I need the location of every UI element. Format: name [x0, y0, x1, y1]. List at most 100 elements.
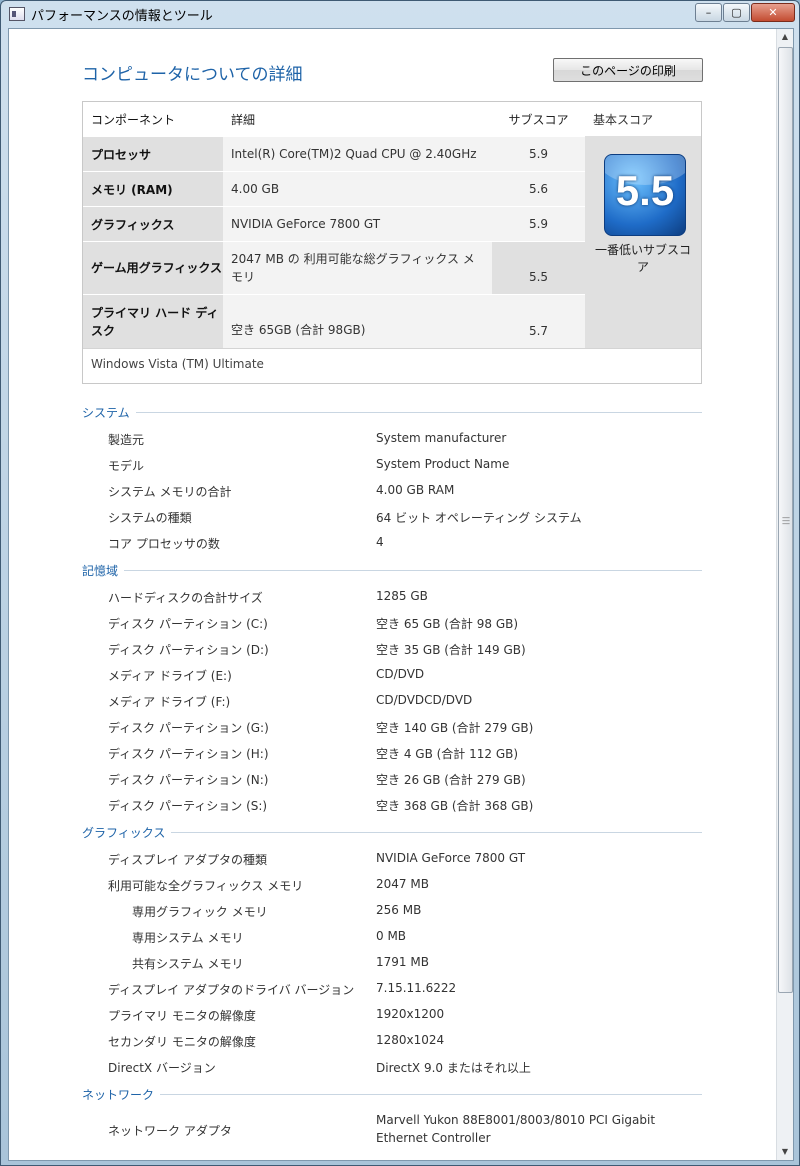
info-label: コア プロセッサの数	[108, 537, 220, 551]
info-row: ディスク パーティション (C:) 空き 65 GB (合計 98 GB)	[9, 615, 769, 635]
score-table: コンポーネント 詳細 サブスコア 基本スコア プロセッサ Intel(R) Co…	[82, 101, 702, 384]
app-icon	[9, 7, 25, 21]
info-row: 利用可能な全グラフィックス メモリ 2047 MB	[9, 877, 769, 897]
section-title: ネットワーク	[82, 1086, 161, 1103]
info-row: ハードディスクの合計サイズ 1285 GB	[9, 589, 769, 609]
header-detail: 詳細	[231, 112, 256, 127]
info-row: ディスク パーティション (G:) 空き 140 GB (合計 279 GB)	[9, 719, 769, 739]
info-value: 空き 26 GB (合計 279 GB)	[376, 773, 526, 787]
info-row: プライマリ モニタの解像度 1920x1200	[9, 1007, 769, 1027]
close-button[interactable]: ✕	[751, 3, 795, 22]
info-value: 空き 140 GB (合計 279 GB)	[376, 721, 534, 735]
info-value: 256 MB	[376, 903, 422, 917]
header-subscore: サブスコア	[508, 112, 569, 127]
info-label: ネットワーク アダプタ	[108, 1124, 232, 1138]
scroll-up-icon[interactable]: ▲	[777, 29, 793, 45]
component-name: メモリ (RAM)	[83, 172, 223, 206]
component-score: 5.7	[492, 295, 585, 348]
base-score-panel: 5.5 一番低いサブスコア	[585, 136, 701, 348]
info-value: 1920x1200	[376, 1007, 445, 1021]
section-title: システム	[82, 404, 136, 421]
component-detail: 空き 65GB (合計 98GB)	[223, 295, 492, 348]
info-row: システム メモリの合計 4.00 GB RAM	[9, 483, 769, 503]
info-label: メディア ドライブ (E:)	[108, 669, 232, 683]
score-row-primary-disk: プライマリ ハード ディスク 空き 65GB (合計 98GB) 5.7	[83, 294, 585, 348]
info-label: モデル	[108, 459, 145, 473]
info-row: ディスク パーティション (N:) 空き 26 GB (合計 279 GB)	[9, 771, 769, 791]
vertical-scrollbar[interactable]: ▲ — — — ▼	[776, 29, 793, 1160]
component-score: 5.9	[492, 137, 585, 171]
window-title: パフォーマンスの情報とツール	[31, 8, 213, 24]
divider	[83, 348, 701, 349]
info-label: 製造元	[108, 433, 145, 447]
info-row: 専用グラフィック メモリ 256 MB	[9, 903, 769, 923]
info-row: メディア ドライブ (F:) CD/DVDCD/DVD	[9, 693, 769, 713]
info-row: モデル System Product Name	[9, 457, 769, 477]
info-label: 共有システム メモリ	[132, 957, 244, 971]
info-value: NVIDIA GeForce 7800 GT	[376, 851, 526, 865]
os-edition: Windows Vista (TM) Ultimate	[91, 357, 264, 371]
print-page-button[interactable]: このページの印刷	[553, 58, 703, 82]
component-name: プロセッサ	[83, 137, 223, 171]
maximize-button[interactable]: ▢	[723, 3, 750, 22]
info-label: 利用可能な全グラフィックス メモリ	[108, 879, 304, 893]
score-table-header: コンポーネント 詳細 サブスコア	[83, 102, 585, 136]
component-name: プライマリ ハード ディスク	[83, 295, 223, 348]
info-row: メディア ドライブ (E:) CD/DVD	[9, 667, 769, 687]
info-label: システム メモリの合計	[108, 485, 232, 499]
score-row-memory: メモリ (RAM) 4.00 GB 5.6	[83, 171, 585, 206]
info-value: 4	[376, 535, 384, 549]
client-area: コンピュータについての詳細 このページの印刷 コンポーネント 詳細 サブスコア …	[8, 28, 794, 1161]
component-score: 5.5	[492, 242, 585, 294]
info-row: DirectX バージョン DirectX 9.0 またはそれ以上	[9, 1059, 769, 1079]
section-divider	[82, 570, 702, 571]
info-value: 1280x1024	[376, 1033, 445, 1047]
section-network: ネットワーク	[82, 1086, 702, 1103]
info-row: コア プロセッサの数 4	[9, 535, 769, 555]
base-score-label: 一番低いサブスコア	[594, 243, 691, 274]
grip-icon: — — —	[782, 513, 790, 528]
base-score-badge: 5.5	[604, 154, 686, 236]
content: コンピュータについての詳細 このページの印刷 コンポーネント 詳細 サブスコア …	[9, 29, 776, 1160]
info-label: ディスプレイ アダプタの種類	[108, 853, 267, 867]
section-storage: 記憶域	[82, 562, 702, 579]
minimize-button[interactable]: –	[695, 3, 722, 22]
info-label: システムの種類	[108, 511, 192, 525]
info-row: ディスプレイ アダプタのドライバ バージョン 7.15.11.6222	[9, 981, 769, 1001]
window-controls: – ▢ ✕	[694, 3, 795, 22]
component-detail: 2047 MB の 利用可能な総グラフィックス メモリ	[223, 242, 492, 294]
component-detail: Intel(R) Core(TM)2 Quad CPU @ 2.40GHz	[223, 137, 492, 171]
scroll-down-icon[interactable]: ▼	[777, 1144, 793, 1160]
score-row-gaming-graphics: ゲーム用グラフィックス 2047 MB の 利用可能な総グラフィックス メモリ …	[83, 241, 585, 294]
page-title: コンピュータについての詳細	[82, 65, 303, 85]
info-value: 1285 GB	[376, 589, 428, 603]
info-label: ディスク パーティション (H:)	[108, 747, 269, 761]
section-title: グラフィックス	[82, 824, 172, 841]
info-value: CD/DVDCD/DVD	[376, 693, 473, 707]
scrollbar-thumb[interactable]: — — —	[778, 47, 793, 993]
component-detail: NVIDIA GeForce 7800 GT	[223, 207, 492, 241]
info-row: 専用システム メモリ 0 MB	[9, 929, 769, 949]
info-value: 2047 MB	[376, 877, 429, 891]
score-row-graphics: グラフィックス NVIDIA GeForce 7800 GT 5.9	[83, 206, 585, 241]
info-row: 共有システム メモリ 1791 MB	[9, 955, 769, 975]
info-label: ディスク パーティション (G:)	[108, 721, 269, 735]
info-value: 0 MB	[376, 929, 407, 943]
info-value: 1791 MB	[376, 955, 429, 969]
header-component: コンポーネント	[91, 112, 176, 127]
info-row: システムの種類 64 ビット オペレーティング システム	[9, 509, 769, 529]
title-bar[interactable]: パフォーマンスの情報とツール – ▢ ✕	[1, 1, 799, 27]
info-value: 空き 65 GB (合計 98 GB)	[376, 617, 519, 631]
info-label: 専用システム メモリ	[132, 931, 244, 945]
info-label: ディスク パーティション (D:)	[108, 643, 269, 657]
info-label: ハードディスクの合計サイズ	[108, 591, 263, 605]
info-label: DirectX バージョン	[108, 1061, 216, 1075]
info-label: セカンダリ モニタの解像度	[108, 1035, 256, 1049]
info-value: System manufacturer	[376, 431, 507, 445]
info-value: CD/DVD	[376, 667, 425, 681]
component-detail: 4.00 GB	[223, 172, 492, 206]
info-value: DirectX 9.0 またはそれ以上	[376, 1061, 531, 1075]
score-row-processor: プロセッサ Intel(R) Core(TM)2 Quad CPU @ 2.40…	[83, 136, 585, 171]
info-row: ディスク パーティション (D:) 空き 35 GB (合計 149 GB)	[9, 641, 769, 661]
info-label: メディア ドライブ (F:)	[108, 695, 231, 709]
